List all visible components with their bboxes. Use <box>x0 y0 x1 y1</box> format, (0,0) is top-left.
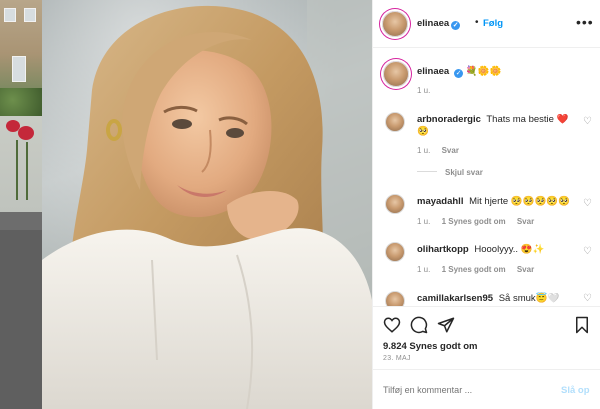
comment-icon[interactable] <box>410 316 428 334</box>
comment-username[interactable]: olihartkopp <box>417 244 469 255</box>
background-window <box>4 8 16 22</box>
portrait-illustration <box>42 0 372 409</box>
background-flowers-image <box>0 116 42 212</box>
post-date: 23. MAJ <box>383 355 411 362</box>
comment-input[interactable] <box>383 385 543 395</box>
reply-button[interactable]: Svar <box>517 265 534 274</box>
post-side-panel: elinaea✓ • Følg ••• elinaea✓ 💐🌼🌼 1 u. <box>372 0 600 409</box>
comment-username[interactable]: camillakarlsen95 <box>417 293 493 304</box>
hide-replies-button[interactable]: Skjul svar <box>417 168 483 177</box>
comment-text: camillakarlsen95 Så smuk😇🤍 <box>417 293 582 305</box>
comment-time: 1 u. <box>417 265 431 274</box>
comment-meta: 1 u. 1 Synes godt om Svar <box>417 265 543 274</box>
comment-text: olihartkopp Hooolyyy.. 😍✨ <box>417 244 582 256</box>
comment-heart-icon[interactable]: ♡ <box>583 246 592 257</box>
verified-icon: ✓ <box>454 69 464 78</box>
background-house-image <box>0 0 42 90</box>
comment-time: 1 u. <box>417 146 431 155</box>
separator-dot: • <box>475 17 479 28</box>
comment-likes[interactable]: 1 Synes godt om <box>442 265 506 274</box>
commenter-avatar[interactable] <box>385 291 405 306</box>
comment-text: arbnoradergic Thats ma bestie ❤️ 🥺 <box>417 114 582 138</box>
author-avatar[interactable] <box>382 11 408 37</box>
comment-body: Hooolyyy.. 😍✨ <box>474 244 545 255</box>
comment-meta: 1 u. 1 Synes godt om Svar <box>417 217 543 226</box>
caption-time: 1 u. <box>417 86 431 95</box>
share-icon[interactable] <box>437 316 455 334</box>
background-window <box>12 56 26 82</box>
post-comment-button[interactable]: Slå op <box>561 385 590 396</box>
comment-heart-icon[interactable]: ♡ <box>583 116 592 127</box>
likes-count[interactable]: 9.824 Synes godt om <box>383 341 478 352</box>
commenter-avatar[interactable] <box>385 194 405 214</box>
comment-meta: 1 u. Svar <box>417 146 468 155</box>
caption-emojis: 💐🌼🌼 <box>465 66 502 77</box>
background-lower <box>0 230 42 409</box>
comment-heart-icon[interactable]: ♡ <box>583 293 592 304</box>
background-window <box>24 8 36 22</box>
author-avatar[interactable] <box>383 61 409 87</box>
background-foliage <box>0 88 42 118</box>
commenter-avatar[interactable] <box>385 112 405 132</box>
comment-time: 1 u. <box>417 217 431 226</box>
background-stem <box>26 142 28 200</box>
divider-line <box>417 171 437 172</box>
background-rose <box>18 126 34 140</box>
caption-username[interactable]: elinaea <box>417 66 449 77</box>
comment-body: Så smuk😇🤍 <box>498 293 560 304</box>
commenter-avatar[interactable] <box>385 242 405 262</box>
comment-body: Mit hjerte 🥺🥺🥺🥺🥺 <box>469 196 570 207</box>
comment-username[interactable]: mayadahll <box>417 196 463 207</box>
caption-meta: 1 u. <box>417 86 439 95</box>
post-header: elinaea ✓ • Følg ••• <box>373 0 600 48</box>
background-page <box>0 0 42 409</box>
follow-button[interactable]: Følg <box>483 18 503 29</box>
caption-text: elinaea ✓ 💐🌼🌼 <box>417 66 582 78</box>
reply-button[interactable]: Svar <box>442 146 459 155</box>
post-photo[interactable] <box>42 0 372 409</box>
instagram-post-modal: elinaea✓ • Følg ••• elinaea✓ 💐🌼🌼 1 u. <box>0 0 600 409</box>
bookmark-icon[interactable] <box>573 316 591 334</box>
comment-likes[interactable]: 1 Synes godt om <box>442 217 506 226</box>
comments-list[interactable]: elinaea ✓ 💐🌼🌼 1 u. arbnoradergic Thats ma… <box>373 48 600 306</box>
verified-icon: ✓ <box>451 21 461 30</box>
background-stem <box>16 140 18 200</box>
reply-button[interactable]: Svar <box>517 217 534 226</box>
comment-username[interactable]: arbnoradergic <box>417 114 481 125</box>
post-actions: 9.824 Synes godt om 23. MAJ <box>373 306 600 362</box>
add-comment-bar: Slå op <box>373 369 600 409</box>
author-username[interactable]: elinaea ✓ <box>417 18 461 30</box>
more-options-icon[interactable]: ••• <box>576 14 594 30</box>
heart-icon[interactable] <box>383 316 401 334</box>
comment-text: mayadahll Mit hjerte 🥺🥺🥺🥺🥺 <box>417 196 582 208</box>
hide-replies-label[interactable]: Skjul svar <box>445 168 483 177</box>
comment-heart-icon[interactable]: ♡ <box>583 198 592 209</box>
author-username-text[interactable]: elinaea <box>417 18 449 29</box>
